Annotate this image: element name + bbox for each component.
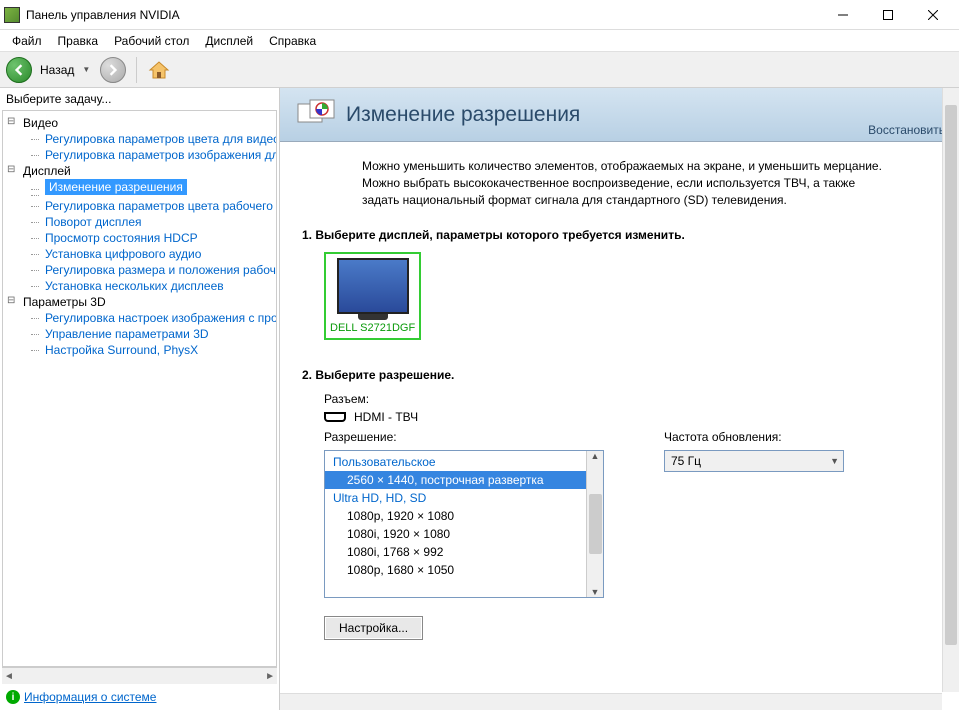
tree-cat-display[interactable]: Дисплей — [3, 163, 276, 179]
tree-item[interactable]: Поворот дисплея — [3, 214, 276, 230]
scroll-down-icon[interactable]: ▼ — [591, 587, 600, 597]
menu-edit[interactable]: Правка — [50, 32, 107, 50]
home-icon[interactable] — [147, 58, 171, 82]
tree-item[interactable]: Просмотр состояния HDCP — [3, 230, 276, 246]
monitor-selector: DELL S2721DGF — [324, 252, 929, 340]
tree-item[interactable]: Настройка Surround, PhysX — [3, 342, 276, 358]
refresh-rate-combo[interactable]: 75 Гц ▼ — [664, 450, 844, 472]
resolution-label: Разрешение: — [324, 430, 604, 444]
hdmi-icon — [324, 412, 346, 422]
chevron-down-icon: ▼ — [830, 456, 839, 466]
close-button[interactable] — [910, 1, 955, 29]
maximize-button[interactable] — [865, 1, 910, 29]
page-title: Изменение разрешения — [346, 103, 580, 127]
forward-button[interactable] — [100, 57, 126, 83]
sidebar-h-scrollbar[interactable]: ◄► — [2, 667, 277, 684]
refresh-label: Частота обновления: — [664, 430, 854, 444]
tree-item[interactable]: Управление параметрами 3D — [3, 326, 276, 342]
back-button[interactable] — [6, 57, 32, 83]
tree-item[interactable]: Регулировка настроек изображения с просм… — [3, 310, 276, 326]
back-dropdown-icon[interactable]: ▼ — [82, 65, 90, 74]
sidebar: Выберите задачу... Видео Регулировка пар… — [0, 88, 280, 710]
menu-display[interactable]: Дисплей — [197, 32, 261, 50]
back-label: Назад — [40, 63, 74, 77]
monitor-name: DELL S2721DGF — [330, 322, 415, 334]
tree-item-selected-wrap: Изменение разрешения — [3, 179, 276, 198]
nvidia-app-icon — [4, 7, 20, 23]
restore-link[interactable]: Восстановить — [868, 123, 945, 137]
res-item[interactable]: 1080p, 1920 × 1080 — [325, 507, 586, 525]
titlebar: Панель управления NVIDIA — [0, 0, 959, 30]
step1-heading: 1. Выберите дисплей, параметры которого … — [302, 228, 929, 242]
system-info-link[interactable]: Информация о системе — [24, 690, 156, 704]
tree-item[interactable]: Установка цифрового аудио — [3, 246, 276, 262]
res-item[interactable]: 1080p, 1680 × 1050 — [325, 561, 586, 579]
refresh-rate-value: 75 Гц — [671, 454, 701, 468]
main-v-scrollbar[interactable] — [942, 88, 959, 692]
menu-help[interactable]: Справка — [261, 32, 324, 50]
connector-row: HDMI - ТВЧ — [324, 410, 929, 424]
main-content: Можно уменьшить количество элементов, от… — [280, 142, 959, 710]
sidebar-prompt: Выберите задачу... — [0, 88, 279, 110]
monitor-option[interactable]: DELL S2721DGF — [324, 252, 421, 340]
tree-item[interactable]: Регулировка параметров цвета рабочего ст… — [3, 198, 276, 214]
scroll-up-icon[interactable]: ▲ — [591, 451, 600, 461]
minimize-button[interactable] — [820, 1, 865, 29]
connector-label: Разъем: — [324, 392, 929, 406]
main-header: Изменение разрешения Восстановить — [280, 88, 959, 142]
toolbar: Назад ▼ — [0, 52, 959, 88]
tree-item[interactable]: Установка нескольких дисплеев — [3, 278, 276, 294]
resolution-listbox[interactable]: Пользовательское 2560 × 1440, построчная… — [324, 450, 604, 598]
main-h-scrollbar[interactable] — [280, 693, 942, 710]
window-title: Панель управления NVIDIA — [26, 8, 820, 22]
res-item[interactable]: 1080i, 1768 × 992 — [325, 543, 586, 561]
scrollbar-thumb[interactable] — [589, 494, 602, 554]
monitor-icon — [337, 258, 409, 314]
resolution-icon — [296, 98, 336, 132]
task-tree[interactable]: Видео Регулировка параметров цвета для в… — [2, 110, 277, 667]
tree-item-change-resolution[interactable]: Изменение разрешения — [45, 179, 187, 195]
res-item[interactable]: 1080i, 1920 × 1080 — [325, 525, 586, 543]
settings-button[interactable]: Настройка... — [324, 616, 423, 640]
menu-desktop[interactable]: Рабочий стол — [106, 32, 197, 50]
step2-heading: 2. Выберите разрешение. — [302, 368, 929, 382]
menu-file[interactable]: Файл — [4, 32, 50, 50]
scrollbar-thumb[interactable] — [945, 105, 957, 645]
window-controls — [820, 1, 955, 29]
menubar: Файл Правка Рабочий стол Дисплей Справка — [0, 30, 959, 52]
toolbar-separator — [136, 57, 137, 83]
listbox-scrollbar[interactable]: ▲ ▼ — [586, 451, 603, 597]
tree-item[interactable]: Регулировка параметров изображения для в… — [3, 147, 276, 163]
tree-item[interactable]: Регулировка размера и положения рабочего… — [3, 262, 276, 278]
res-group-header: Пользовательское — [325, 453, 586, 471]
res-group-header: Ultra HD, HD, SD — [325, 489, 586, 507]
tree-cat-3d[interactable]: Параметры 3D — [3, 294, 276, 310]
tree-item[interactable]: Регулировка параметров цвета для видео — [3, 131, 276, 147]
description-text: Можно уменьшить количество элементов, от… — [362, 158, 889, 208]
info-icon: i — [6, 690, 20, 704]
tree-cat-video[interactable]: Видео — [3, 115, 276, 131]
connector-value: HDMI - ТВЧ — [354, 410, 418, 424]
main-panel: Изменение разрешения Восстановить Можно … — [280, 88, 959, 710]
sidebar-footer: i Информация о системе — [0, 684, 279, 710]
res-item-selected[interactable]: 2560 × 1440, построчная развертка — [325, 471, 586, 489]
